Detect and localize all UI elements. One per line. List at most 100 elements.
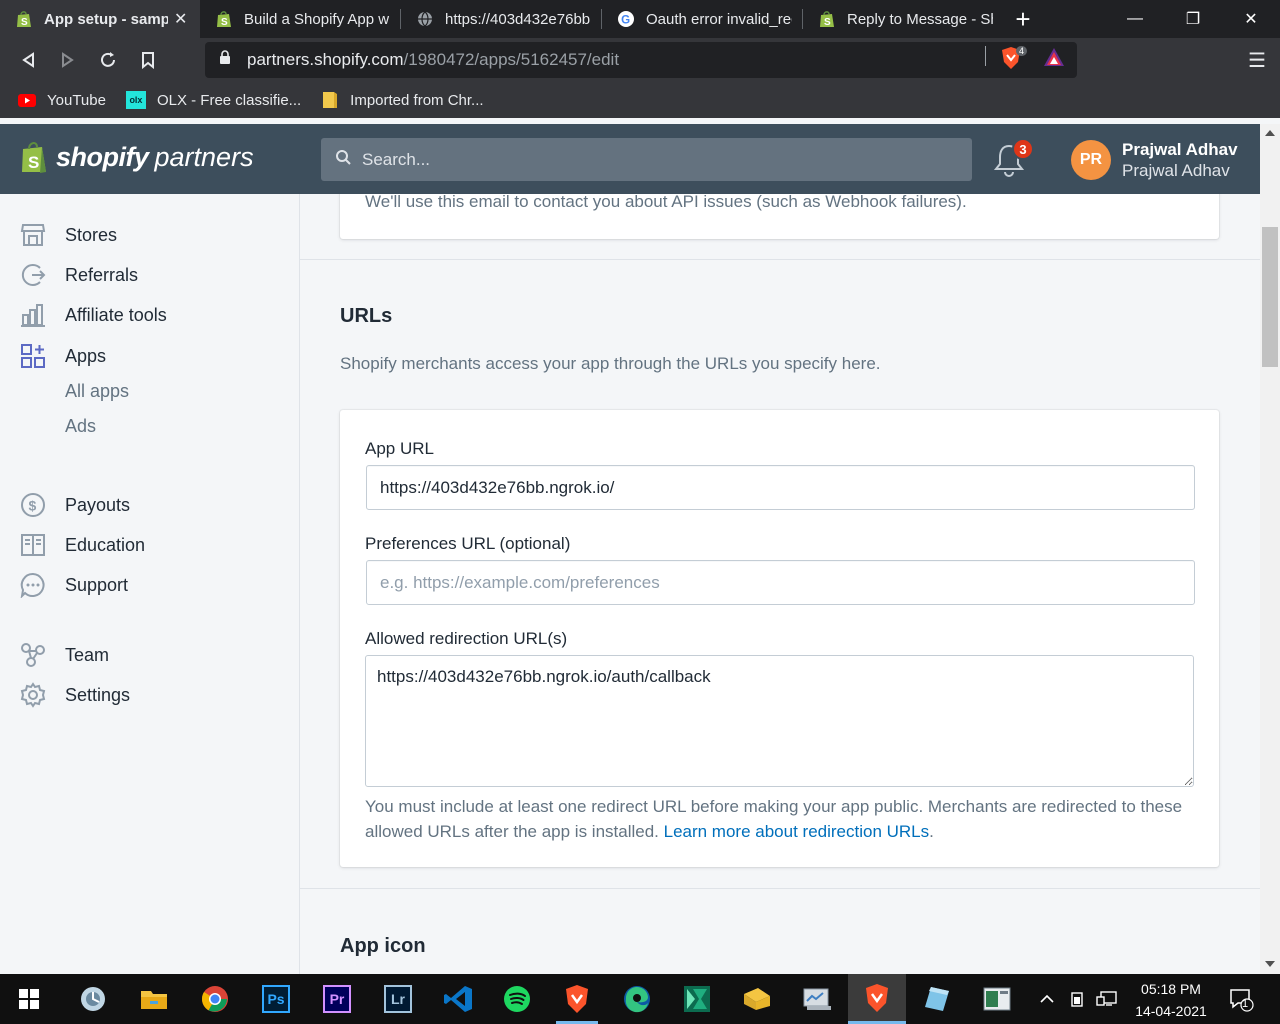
bookmark-label: YouTube [47, 91, 106, 109]
search-input[interactable] [362, 149, 922, 170]
olx-icon: olx [125, 91, 146, 109]
taskbar-clock[interactable]: 05:18 PM 14-04-2021 [1126, 978, 1216, 1022]
preferences-url-input[interactable] [366, 560, 1195, 605]
action-center-count: 1 [1242, 998, 1249, 1010]
sidebar-item-support[interactable]: Support [20, 572, 128, 598]
book-icon [20, 532, 46, 558]
photoshop-icon[interactable]: Ps [247, 974, 305, 1024]
page-scrollbar[interactable] [1260, 124, 1280, 974]
minimize-icon[interactable]: — [1106, 0, 1164, 38]
sidebar-subitem-all-apps[interactable]: All apps [65, 381, 129, 402]
scroll-up-arrow-icon[interactable] [1265, 130, 1275, 136]
brave-active-icon[interactable] [848, 974, 906, 1024]
show-hidden-icons-chevron-icon[interactable] [1036, 974, 1058, 1024]
brave-rewards-icon[interactable] [1043, 47, 1065, 72]
lightroom-icon[interactable]: Lr [369, 974, 427, 1024]
brand-name: shopify [56, 141, 149, 172]
brave-icon[interactable] [548, 974, 606, 1024]
bookmark-label: Imported from Chr... [350, 91, 484, 109]
photoshop-label: Ps [262, 985, 290, 1013]
premiere-icon[interactable]: Pr [308, 974, 366, 1024]
chat-icon [20, 572, 46, 598]
preferences-url-label: Preferences URL (optional) [365, 534, 571, 553]
edge-icon[interactable] [608, 974, 666, 1024]
camtasia-icon[interactable] [668, 974, 726, 1024]
folder-icon[interactable] [728, 974, 786, 1024]
browser-tab-build-app[interactable]: S Build a Shopify App with [200, 0, 400, 38]
app-icon-section-title: App icon [340, 935, 426, 957]
dollar-icon: $ [20, 492, 46, 518]
user-menu[interactable]: Prajwal Adhav Prajwal Adhav [1122, 139, 1238, 181]
sidebar-item-payouts[interactable]: $ Payouts [20, 492, 130, 518]
spotify-icon[interactable] [488, 974, 546, 1024]
reload-icon[interactable] [88, 40, 128, 80]
tab-title: Oauth error invalid_request [646, 10, 792, 28]
sidebar-item-stores[interactable]: Stores [20, 222, 117, 248]
url-path: /1980472/apps/5162457/edit [403, 50, 620, 69]
close-tab-icon[interactable]: ✕ [174, 9, 190, 29]
maximize-icon[interactable]: ❐ [1164, 0, 1222, 38]
bookmark-icon[interactable] [128, 40, 168, 80]
browser-tab-ngrok[interactable]: https://403d432e76bb.ngrok.io [401, 0, 601, 38]
bookmark-label: OLX - Free classifie... [156, 91, 302, 109]
sidebar-item-referrals[interactable]: Referrals [20, 262, 138, 288]
redirect-help-end: . [929, 822, 934, 841]
battery-icon[interactable] [1066, 974, 1088, 1024]
clock-date: 14-04-2021 [1135, 1003, 1207, 1019]
document-icon[interactable] [968, 974, 1026, 1024]
tab-title: Build a Shopify App with [244, 10, 390, 28]
user-name: Prajwal Adhav [1122, 140, 1238, 159]
section-divider [300, 888, 1260, 889]
bookmark-youtube[interactable]: YouTube [18, 92, 106, 109]
urls-card: App URL Preferences URL (optional) Allow… [340, 410, 1219, 867]
window-controls: — ❐ ✕ [1106, 0, 1280, 38]
sidebar-subitem-ads[interactable]: Ads [65, 416, 96, 437]
sidebar-item-education[interactable]: Education [20, 532, 145, 558]
start-icon[interactable] [0, 974, 58, 1024]
urls-section-description: Shopify merchants access your app throug… [340, 354, 881, 373]
browser-menu-icon[interactable]: ☰ [1248, 48, 1266, 73]
shopify-partners-logo[interactable]: S shopify partners [20, 140, 254, 174]
action-center-icon[interactable]: 1 [1226, 974, 1256, 1024]
email-help-text: We'll use this email to contact you abou… [365, 194, 967, 211]
redirect-urls-textarea[interactable]: https://403d432e76bb.ngrok.io/auth/callb… [365, 655, 1194, 787]
sidebar-item-apps[interactable]: Apps [20, 343, 106, 369]
sidebar-item-affiliate-tools[interactable]: Affiliate tools [20, 302, 167, 328]
app-url-input[interactable] [366, 465, 1195, 510]
sidebar-item-label: Referrals [65, 264, 139, 285]
new-tab-button[interactable]: + [1003, 0, 1043, 38]
cube-icon[interactable] [908, 974, 966, 1024]
window-close-icon[interactable]: ✕ [1222, 0, 1280, 38]
bookmark-olx[interactable]: olx OLX - Free classifie... [125, 91, 302, 109]
file-explorer-icon[interactable] [125, 974, 183, 1024]
network-icon[interactable] [1094, 974, 1120, 1024]
address-bar[interactable]: partners.shopify.com/1980472/apps/516245… [205, 42, 1077, 78]
brand-sub: partners [154, 141, 254, 172]
shield-count-badge: 4 [1016, 46, 1028, 56]
section-divider [300, 259, 1260, 260]
scrollbar-thumb[interactable] [1262, 227, 1278, 367]
sidebar-item-team[interactable]: Team [20, 642, 109, 668]
monitor-icon[interactable] [788, 974, 846, 1024]
browser-tab-app-setup[interactable]: S App setup - sample ✕ [0, 0, 200, 38]
system-icon[interactable] [64, 974, 122, 1024]
browser-tab-oauth-error[interactable]: G Oauth error invalid_request [602, 0, 802, 38]
shopify-bag-icon: S [22, 142, 46, 173]
sidebar-item-settings[interactable]: Settings [20, 682, 130, 708]
apps-icon [20, 343, 46, 369]
sidebar-item-label: Education [65, 534, 146, 555]
chrome-icon[interactable] [186, 974, 244, 1024]
avatar[interactable]: PR [1071, 140, 1111, 180]
vscode-icon[interactable] [429, 974, 487, 1024]
forward-icon[interactable] [48, 40, 88, 80]
learn-more-redirection-link[interactable]: Learn more about redirection URLs [664, 822, 930, 841]
bookmark-imported[interactable]: Imported from Chr... [321, 91, 484, 109]
scroll-down-arrow-icon[interactable] [1265, 961, 1275, 967]
globe-icon [417, 11, 433, 27]
browser-tab-bar: S App setup - sample ✕ S Build a Shopify… [0, 0, 1280, 38]
browser-tab-reply-message[interactable]: S Reply to Message - Shopify [803, 0, 1003, 38]
back-icon[interactable] [8, 40, 48, 80]
sidebar: Stores Referrals Affiliate tools Apps Al… [0, 194, 300, 974]
contact-email-card: We'll use this email to contact you abou… [340, 194, 1219, 239]
svg-text:S: S [21, 17, 28, 28]
